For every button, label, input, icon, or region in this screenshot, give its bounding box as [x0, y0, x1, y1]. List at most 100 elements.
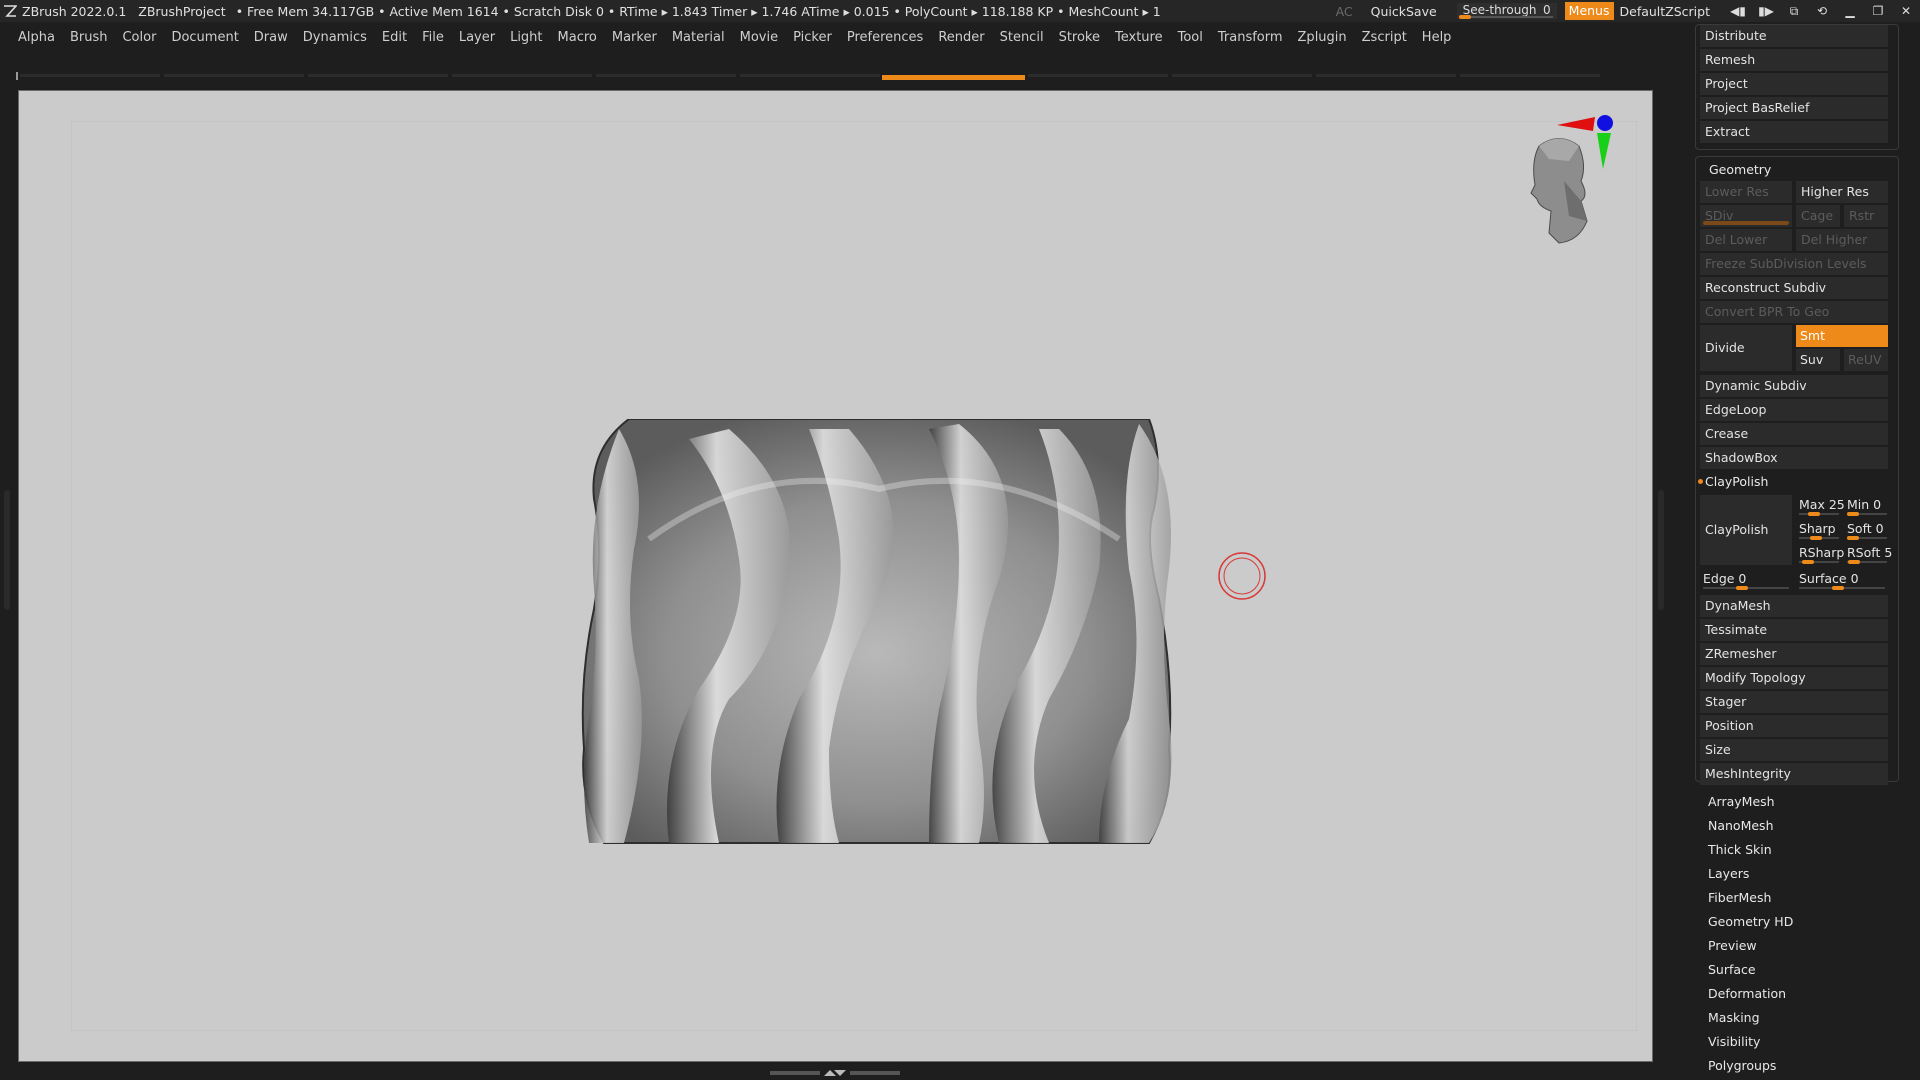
layout-prev-icon[interactable]: ◀▮	[1724, 4, 1752, 18]
menus-toggle-button[interactable]: Menus	[1564, 2, 1614, 20]
claypolish-button[interactable]: ClayPolish	[1700, 495, 1792, 565]
menu-zscript[interactable]: Zscript	[1362, 30, 1407, 45]
menu-render[interactable]: Render	[938, 30, 984, 45]
rsoft-slider[interactable]: RSoft 5	[1844, 543, 1892, 565]
menu-preferences[interactable]: Preferences	[847, 30, 923, 45]
del-higher-button[interactable]: Del Higher	[1796, 229, 1888, 251]
nanomesh-subpalette[interactable]: NanoMesh	[1708, 814, 1774, 838]
menu-edit[interactable]: Edit	[382, 30, 407, 45]
size-button[interactable]: Size	[1700, 739, 1888, 761]
shelf-tab[interactable]	[1172, 74, 1312, 77]
menu-transform[interactable]: Transform	[1218, 30, 1283, 45]
menu-alpha[interactable]: Alpha	[18, 30, 55, 45]
higher-res-button[interactable]: Higher Res	[1796, 181, 1888, 203]
freeze-subdivision-button[interactable]: Freeze SubDivision Levels	[1700, 253, 1888, 275]
right-tray-handle[interactable]	[1658, 490, 1664, 610]
project-basrelief-button[interactable]: Project BasRelief	[1700, 97, 1888, 119]
menu-color[interactable]: Color	[122, 30, 156, 45]
default-zscript-button[interactable]: DefaultZScript	[1620, 4, 1711, 19]
convert-bpr-button[interactable]: Convert BPR To Geo	[1700, 301, 1888, 323]
ui-swap-icon[interactable]: ⧉	[1780, 4, 1808, 19]
del-lower-button[interactable]: Del Lower	[1700, 229, 1792, 251]
menu-movie[interactable]: Movie	[740, 30, 778, 45]
ac-toggle[interactable]: AC	[1336, 4, 1353, 19]
shelf-tab[interactable]	[20, 74, 160, 77]
rstr-button[interactable]: Rstr	[1844, 205, 1888, 227]
stager-button[interactable]: Stager	[1700, 691, 1888, 713]
sculpt-mesh[interactable]	[579, 419, 1179, 849]
menu-help[interactable]: Help	[1422, 30, 1452, 45]
project-button[interactable]: Project	[1700, 73, 1888, 95]
minimize-icon[interactable]: ▁	[1836, 4, 1864, 18]
claypolish-header[interactable]: ClayPolish	[1700, 471, 1888, 493]
soft-slider[interactable]: Soft 0	[1844, 519, 1890, 541]
layout-next-icon[interactable]: ▮▶	[1752, 4, 1780, 18]
shelf-tab[interactable]	[596, 74, 736, 77]
menu-file[interactable]: File	[422, 30, 444, 45]
shelf-tab[interactable]	[1028, 74, 1168, 77]
crease-button[interactable]: Crease	[1700, 423, 1888, 445]
see-through-slider[interactable]: See-through 0	[1456, 3, 1557, 19]
menu-draw[interactable]: Draw	[254, 30, 288, 45]
menu-material[interactable]: Material	[672, 30, 725, 45]
geometry-title[interactable]: Geometry	[1704, 159, 1892, 181]
position-button[interactable]: Position	[1700, 715, 1888, 737]
reuv-button[interactable]: ReUV	[1844, 349, 1888, 371]
meshintegrity-button[interactable]: MeshIntegrity	[1700, 763, 1888, 785]
shelf-tab[interactable]	[308, 74, 448, 77]
surface-subpalette[interactable]: Surface	[1708, 958, 1756, 982]
menu-picker[interactable]: Picker	[793, 30, 832, 45]
suv-toggle[interactable]: Suv	[1796, 349, 1840, 371]
menu-stroke[interactable]: Stroke	[1059, 30, 1100, 45]
shelf-tab-active[interactable]	[882, 75, 1025, 80]
menu-stencil[interactable]: Stencil	[1000, 30, 1044, 45]
edge-slider[interactable]: Edge 0	[1700, 569, 1792, 591]
extract-button[interactable]: Extract	[1700, 121, 1888, 143]
shelf-tab[interactable]	[452, 74, 592, 77]
menu-tool[interactable]: Tool	[1178, 30, 1203, 45]
menu-zplugin[interactable]: Zplugin	[1298, 30, 1347, 45]
quicksave-button[interactable]: QuickSave	[1371, 4, 1437, 19]
sharp-slider[interactable]: Sharp	[1796, 519, 1842, 541]
menu-brush[interactable]: Brush	[70, 30, 108, 45]
surface-slider[interactable]: Surface 0	[1796, 569, 1888, 591]
min-slider[interactable]: Min 0	[1844, 495, 1890, 517]
shelf-tab[interactable]	[740, 74, 880, 77]
sdiv-slider[interactable]: SDiv	[1700, 205, 1792, 227]
reconstruct-subdiv-button[interactable]: Reconstruct Subdiv	[1700, 277, 1888, 299]
shelf-tab[interactable]	[1460, 74, 1600, 77]
masking-subpalette[interactable]: Masking	[1708, 1006, 1760, 1030]
restore-icon[interactable]: ❐	[1864, 4, 1892, 18]
document-canvas[interactable]	[18, 90, 1653, 1062]
left-tray-handle[interactable]	[4, 490, 10, 610]
edgeloop-button[interactable]: EdgeLoop	[1700, 399, 1888, 421]
arraymesh-subpalette[interactable]: ArrayMesh	[1708, 790, 1775, 814]
dynamesh-button[interactable]: DynaMesh	[1700, 595, 1888, 617]
close-icon[interactable]: ✕	[1892, 4, 1920, 18]
fibermesh-subpalette[interactable]: FiberMesh	[1708, 886, 1771, 910]
cycle-icon[interactable]: ⟲	[1808, 4, 1836, 18]
cage-button[interactable]: Cage	[1796, 205, 1840, 227]
smt-toggle[interactable]: Smt	[1796, 325, 1888, 347]
menu-layer[interactable]: Layer	[459, 30, 495, 45]
shelf-tab[interactable]	[1316, 74, 1456, 77]
lower-res-button[interactable]: Lower Res	[1700, 181, 1792, 203]
tessimate-button[interactable]: Tessimate	[1700, 619, 1888, 641]
zbrush-logo-icon[interactable]	[0, 0, 20, 22]
menu-light[interactable]: Light	[510, 30, 542, 45]
remesh-button[interactable]: Remesh	[1700, 49, 1888, 71]
zremesher-button[interactable]: ZRemesher	[1700, 643, 1888, 665]
menu-dynamics[interactable]: Dynamics	[303, 30, 367, 45]
shadowbox-button[interactable]: ShadowBox	[1700, 447, 1888, 469]
polygroups-subpalette[interactable]: Polygroups	[1708, 1054, 1776, 1078]
shelf-tab[interactable]	[164, 74, 304, 77]
menu-marker[interactable]: Marker	[612, 30, 657, 45]
deformation-subpalette[interactable]: Deformation	[1708, 982, 1786, 1006]
preview-subpalette[interactable]: Preview	[1708, 934, 1757, 958]
dynamic-subdiv-button[interactable]: Dynamic Subdiv	[1700, 375, 1888, 397]
visibility-subpalette[interactable]: Visibility	[1708, 1030, 1760, 1054]
layers-subpalette[interactable]: Layers	[1708, 862, 1749, 886]
distribute-button[interactable]: Distribute	[1700, 25, 1888, 47]
see-through-knob[interactable]	[1458, 15, 1471, 19]
geometry-hd-subpalette[interactable]: Geometry HD	[1708, 910, 1793, 934]
